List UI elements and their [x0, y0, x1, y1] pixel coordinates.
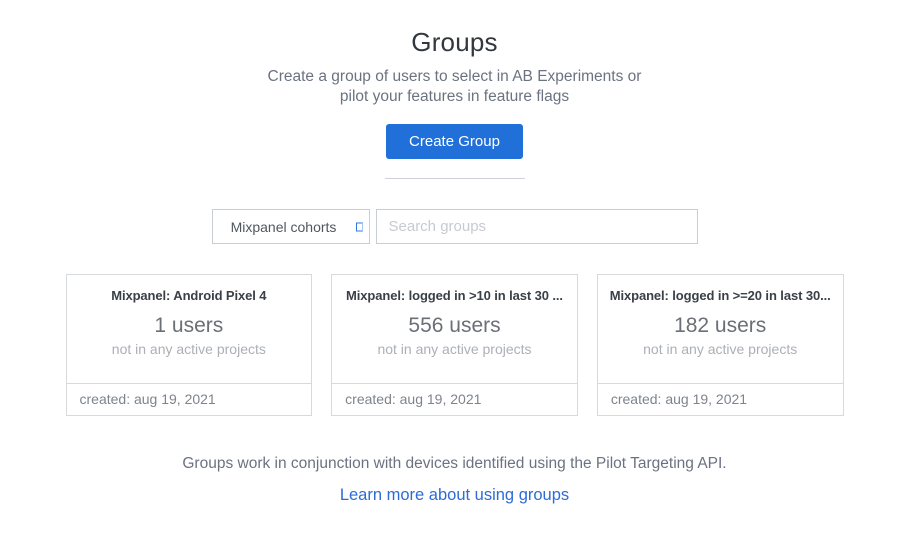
page-subtitle: Create a group of users to select in AB …: [0, 67, 909, 107]
divider: [385, 178, 525, 179]
page-subtitle-line1: Create a group of users to select in AB …: [0, 67, 909, 87]
group-card-users-count: 556 users: [332, 314, 577, 338]
learn-more-link[interactable]: Learn more about using groups: [0, 486, 909, 505]
group-card-status: not in any active projects: [598, 341, 843, 357]
group-card-body: Mixpanel: logged in >=20 in last 30... 1…: [598, 275, 843, 383]
footer-info-text: Groups work in conjunction with devices …: [0, 455, 909, 473]
group-card[interactable]: Mixpanel: logged in >10 in last 30 ... 5…: [331, 274, 578, 416]
page-header: Groups Create a group of users to select…: [0, 0, 909, 107]
group-card-users-count: 1 users: [67, 314, 312, 338]
group-card[interactable]: Mixpanel: Android Pixel 4 1 users not in…: [66, 274, 313, 416]
group-card[interactable]: Mixpanel: logged in >=20 in last 30... 1…: [597, 274, 844, 416]
group-card-created: created: aug 19, 2021: [598, 383, 843, 415]
group-card-body: Mixpanel: logged in >10 in last 30 ... 5…: [332, 275, 577, 383]
group-card-title: Mixpanel: logged in >10 in last 30 ...: [332, 288, 577, 303]
group-card-status: not in any active projects: [67, 341, 312, 357]
filter-bar: Mixpanel cohorts: [212, 209, 698, 244]
group-card-created: created: aug 19, 2021: [332, 383, 577, 415]
page-subtitle-line2: pilot your features in feature flags: [0, 87, 909, 107]
page-title: Groups: [0, 27, 909, 58]
create-group-button[interactable]: Create Group: [386, 124, 523, 159]
group-card-created: created: aug 19, 2021: [67, 383, 312, 415]
search-groups-input[interactable]: [376, 209, 698, 244]
dropdown-indicator-icon: [356, 222, 363, 231]
group-card-status: not in any active projects: [332, 341, 577, 357]
group-card-title: Mixpanel: logged in >=20 in last 30...: [598, 288, 843, 303]
group-card-body: Mixpanel: Android Pixel 4 1 users not in…: [67, 275, 312, 383]
cohort-source-select[interactable]: Mixpanel cohorts: [212, 209, 370, 244]
group-card-list: Mixpanel: Android Pixel 4 1 users not in…: [66, 274, 844, 416]
cohort-source-select-value: Mixpanel cohorts: [231, 219, 337, 235]
group-card-title: Mixpanel: Android Pixel 4: [67, 288, 312, 303]
group-card-users-count: 182 users: [598, 314, 843, 338]
